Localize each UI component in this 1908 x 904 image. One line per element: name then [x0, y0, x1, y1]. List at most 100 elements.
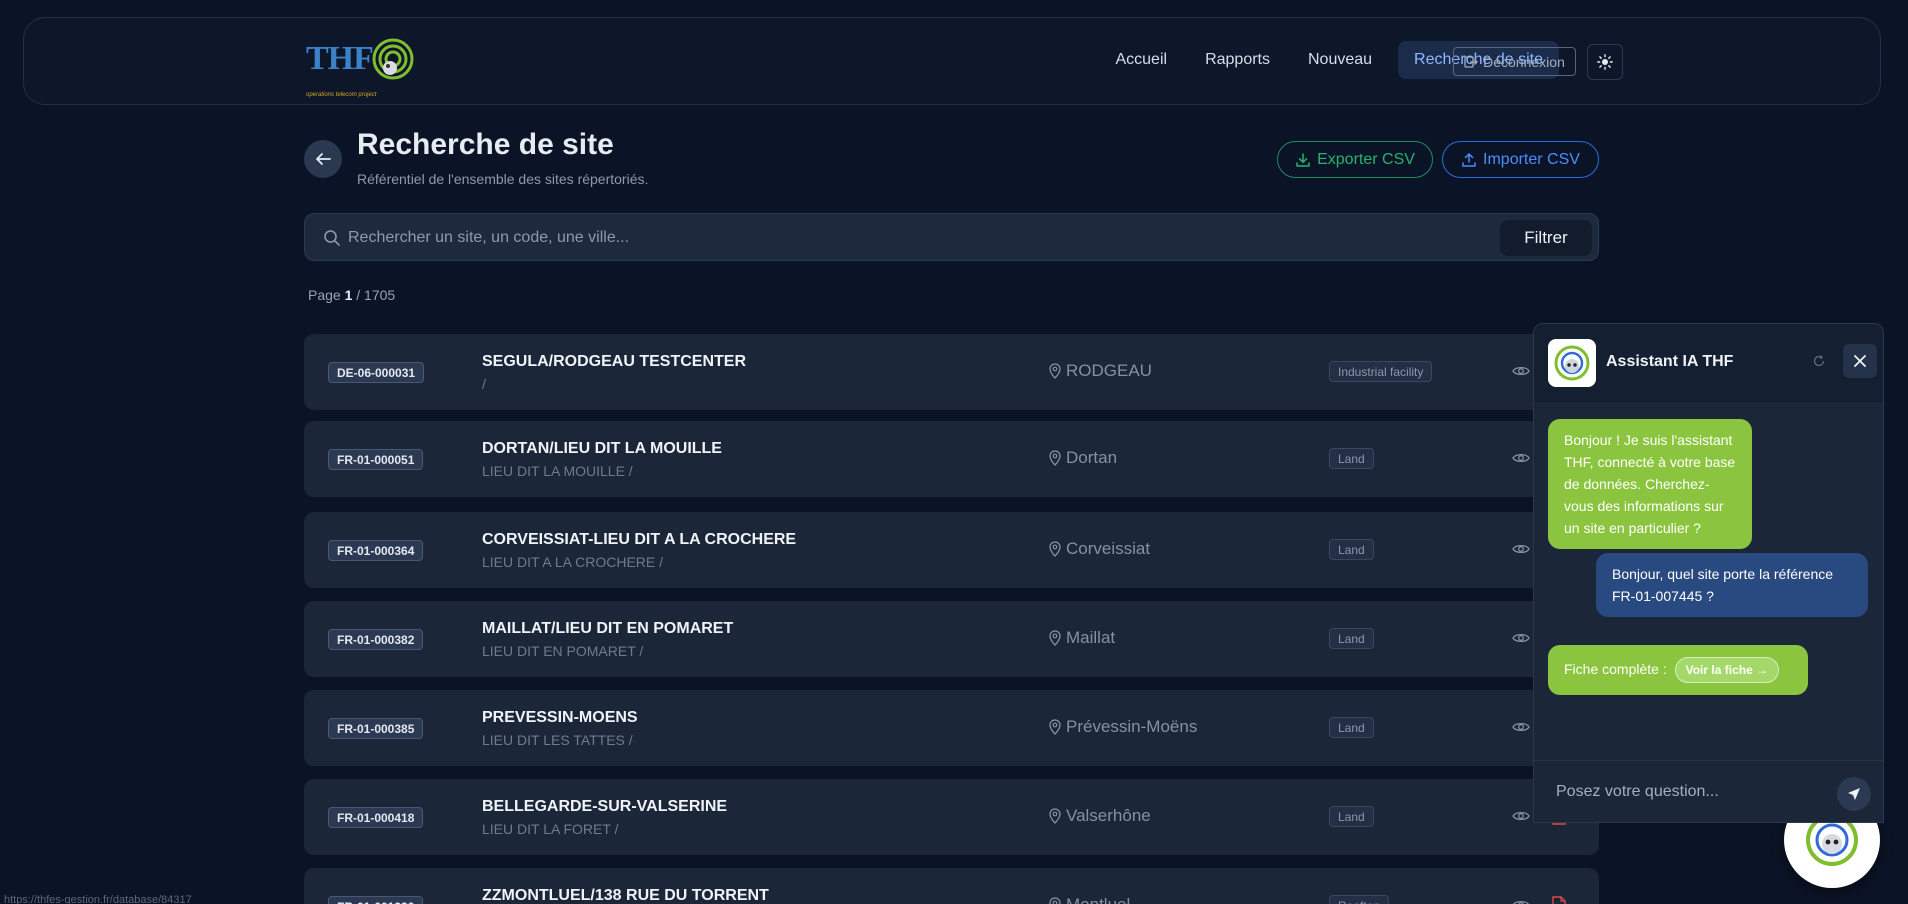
- eye-icon[interactable]: [1512, 720, 1530, 734]
- send-icon: [1848, 788, 1860, 800]
- filter-button[interactable]: Filtrer: [1500, 220, 1592, 256]
- pagination-prefix: Page: [308, 287, 341, 303]
- site-city: Corveissiat: [1049, 539, 1150, 559]
- nav-link-rapports[interactable]: Rapports: [1193, 41, 1282, 79]
- page-subtitle: Référentiel de l'ensemble des sites répe…: [357, 171, 649, 187]
- eye-icon[interactable]: [1512, 898, 1530, 904]
- site-row[interactable]: DE-06-000031 SEGULA/RODGEAU TESTCENTER /…: [304, 334, 1599, 410]
- eye-icon[interactable]: [1512, 451, 1530, 465]
- eye-icon[interactable]: [1512, 631, 1530, 645]
- logout-label: Déconnexion: [1483, 53, 1565, 70]
- arrow-left-icon: [316, 153, 331, 165]
- pdf-file-icon[interactable]: [1552, 896, 1566, 904]
- site-city: Montluel: [1049, 895, 1130, 904]
- chat-avatar: [1548, 339, 1596, 387]
- site-type-badge: Land: [1329, 448, 1374, 469]
- logout-icon: [1464, 55, 1479, 68]
- chat-message-bot: Bonjour ! Je suis l'assistant THF, conne…: [1548, 419, 1752, 549]
- site-name: MAILLAT/LIEU DIT EN POMARET: [482, 620, 734, 637]
- eye-icon[interactable]: [1512, 364, 1530, 378]
- site-code-badge: FR-01-001330: [328, 896, 424, 904]
- eye-icon[interactable]: [1512, 809, 1530, 823]
- chat-close-button[interactable]: [1843, 344, 1877, 378]
- chat-message-text: Bonjour ! Je suis l'assistant THF, conne…: [1564, 432, 1736, 536]
- site-row[interactable]: FR-01-000418 BELLEGARDE-SUR-VALSERINE LI…: [304, 779, 1599, 855]
- site-name: CORVEISSIAT-LIEU DIT A LA CROCHERE: [482, 531, 797, 548]
- chat-message-user: Bonjour, quel site porte la référence FR…: [1596, 553, 1868, 617]
- site-address: LIEU DIT EN POMARET /: [482, 643, 644, 659]
- map-pin-icon: [1049, 630, 1061, 646]
- site-city: Dortan: [1049, 448, 1117, 468]
- view-record-button[interactable]: Voir la fiche →: [1674, 657, 1780, 683]
- chat-input-area: [1534, 760, 1883, 822]
- map-pin-icon: [1049, 808, 1061, 824]
- site-address: LIEU DIT A LA CROCHERE /: [482, 554, 664, 570]
- download-icon: [1296, 152, 1310, 167]
- import-csv-button[interactable]: Importer CSV: [1442, 141, 1599, 178]
- site-city: Maillat: [1049, 628, 1115, 648]
- map-pin-icon: [1049, 363, 1061, 379]
- site-city-label: Maillat: [1066, 628, 1116, 647]
- chat-message-bot: Fiche complète : Voir la fiche →: [1548, 645, 1808, 695]
- site-address: LIEU DIT LA MOUILLE /: [482, 463, 633, 479]
- map-pin-icon: [1049, 897, 1061, 904]
- site-city-label: Montluel: [1066, 895, 1130, 904]
- site-city: RODGEAU: [1049, 361, 1152, 381]
- site-type-badge: Land: [1329, 539, 1374, 560]
- back-button[interactable]: [304, 140, 342, 178]
- logo-subtext: operations telecom project: [306, 92, 377, 98]
- search-input[interactable]: [348, 224, 1448, 252]
- eye-icon[interactable]: [1512, 542, 1530, 556]
- search-icon: [324, 230, 340, 246]
- thf-logo[interactable]: THF operations telecom project: [306, 36, 418, 98]
- status-bar-url: https://thfes-gestion.fr/database/84317: [4, 894, 192, 904]
- search-bar: Filtrer: [304, 213, 1599, 261]
- close-icon: [1854, 355, 1866, 367]
- chat-title: Assistant IA THF: [1606, 353, 1734, 370]
- assistant-mascot-icon: [1554, 345, 1590, 381]
- export-csv-button[interactable]: Exporter CSV: [1277, 141, 1433, 178]
- chat-message-text: Fiche complète :: [1564, 661, 1667, 677]
- site-address: LIEU DIT LA FORET /: [482, 821, 619, 837]
- site-row[interactable]: FR-01-000385 PREVESSIN-MOENS LIEU DIT LE…: [304, 690, 1599, 766]
- site-name: PREVESSIN-MOENS: [482, 709, 638, 726]
- logo-text: THF: [306, 40, 374, 77]
- map-pin-icon: [1049, 450, 1061, 466]
- logo-signal-icon: [372, 38, 414, 80]
- site-row[interactable]: FR-01-000051 DORTAN/LIEU DIT LA MOUILLE …: [304, 421, 1599, 497]
- pagination-total: / 1705: [356, 287, 396, 303]
- site-city: Valserhône: [1049, 806, 1151, 826]
- nav-link-nouveau[interactable]: Nouveau: [1296, 41, 1384, 79]
- logout-button[interactable]: Déconnexion: [1453, 47, 1576, 76]
- page-title: Recherche de site: [357, 128, 614, 161]
- import-csv-label: Importer CSV: [1483, 150, 1580, 168]
- nav-link-accueil[interactable]: Accueil: [1103, 41, 1179, 79]
- upload-icon: [1462, 152, 1476, 167]
- site-row[interactable]: FR-01-000364 CORVEISSIAT-LIEU DIT A LA C…: [304, 512, 1599, 588]
- site-address: /: [482, 376, 486, 392]
- send-button[interactable]: [1837, 777, 1871, 811]
- site-row[interactable]: FR-01-000382 MAILLAT/LIEU DIT EN POMARET…: [304, 601, 1599, 677]
- map-pin-icon: [1049, 541, 1061, 557]
- site-type-badge: Land: [1329, 628, 1374, 649]
- site-code-badge: FR-01-000364: [328, 540, 424, 561]
- site-city-label: Dortan: [1066, 448, 1118, 467]
- site-code-badge: DE-06-000031: [328, 362, 425, 383]
- chat-input[interactable]: [1556, 777, 1826, 807]
- site-code-badge: FR-01-000051: [328, 449, 424, 470]
- sun-icon: [1597, 54, 1613, 70]
- top-navbar: THF operations telecom project Accueil R…: [23, 17, 1881, 105]
- theme-toggle-button[interactable]: [1587, 44, 1623, 80]
- site-name: BELLEGARDE-SUR-VALSERINE: [482, 798, 728, 815]
- export-csv-label: Exporter CSV: [1317, 150, 1415, 168]
- site-address: LIEU DIT LES TATTES /: [482, 732, 633, 748]
- site-row[interactable]: FR-01-001330 ZZMONTLUEL/138 RUE DU TORRE…: [304, 868, 1599, 904]
- refresh-icon[interactable]: [1812, 354, 1826, 368]
- site-name: DORTAN/LIEU DIT LA MOUILLE: [482, 440, 722, 457]
- site-code-badge: FR-01-000382: [328, 629, 424, 650]
- pagination-current: 1: [344, 287, 353, 303]
- site-city: Prévessin-Moëns: [1049, 717, 1197, 737]
- pagination-info: Page 1 / 1705: [308, 287, 395, 303]
- site-type-badge: Land: [1329, 717, 1374, 738]
- map-pin-icon: [1049, 719, 1061, 735]
